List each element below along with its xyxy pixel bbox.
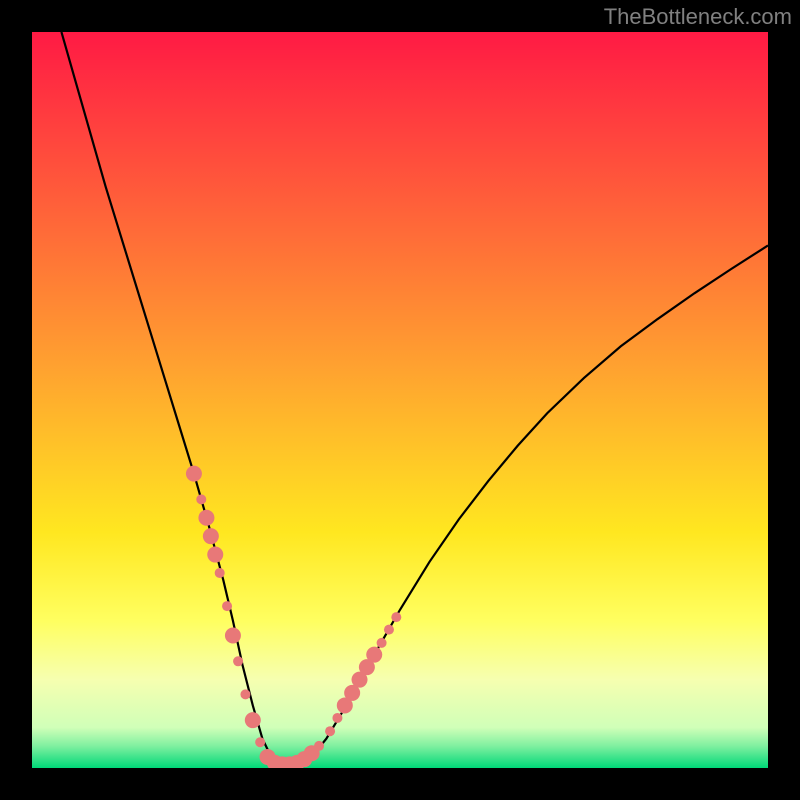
- chart-container: TheBottleneck.com: [0, 0, 800, 800]
- marker-point: [325, 726, 335, 736]
- marker-point: [207, 547, 223, 563]
- marker-point: [366, 647, 382, 663]
- marker-point: [222, 601, 232, 611]
- marker-point: [225, 628, 241, 644]
- marker-point: [240, 689, 250, 699]
- chart-svg: [32, 32, 768, 768]
- marker-point: [186, 466, 202, 482]
- marker-point: [196, 494, 206, 504]
- marker-point: [255, 737, 265, 747]
- marker-point: [245, 712, 261, 728]
- plot-area: [32, 32, 768, 768]
- marker-point: [377, 638, 387, 648]
- marker-point: [314, 741, 324, 751]
- watermark-text: TheBottleneck.com: [604, 4, 792, 30]
- marker-point: [198, 510, 214, 526]
- gradient-background: [32, 32, 768, 768]
- marker-point: [233, 656, 243, 666]
- marker-point: [391, 612, 401, 622]
- marker-point: [332, 713, 342, 723]
- marker-point: [203, 528, 219, 544]
- marker-point: [384, 625, 394, 635]
- marker-point: [215, 568, 225, 578]
